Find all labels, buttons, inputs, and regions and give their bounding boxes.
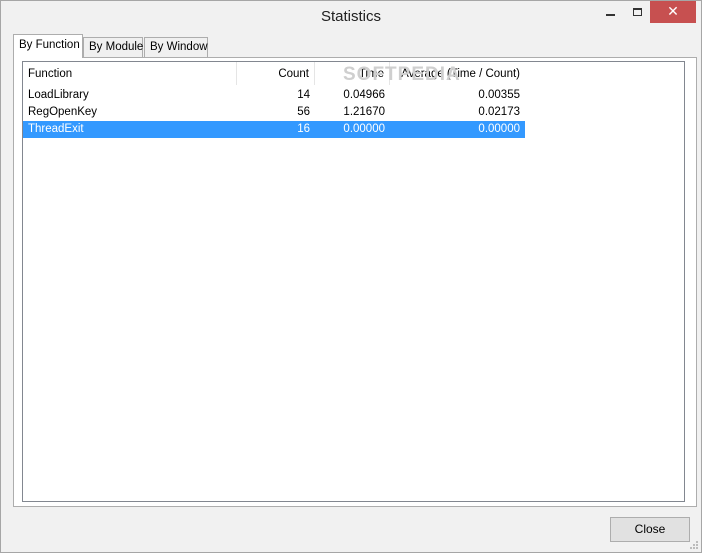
cell-average: 0.02173: [478, 106, 520, 118]
maximize-button[interactable]: [624, 1, 650, 23]
cell-count: 16: [297, 123, 310, 135]
cell-time: 1.21670: [343, 106, 385, 118]
minimize-icon: [605, 14, 615, 16]
cell-average: 0.00000: [478, 123, 520, 135]
close-icon: ✕: [667, 4, 679, 20]
cell-time: 0.04966: [343, 89, 385, 101]
close-window-button[interactable]: ✕: [650, 1, 696, 23]
column-header-time[interactable]: Time: [315, 62, 390, 85]
column-header-average[interactable]: Average (Time / Count): [390, 62, 525, 85]
list-header: Function Count Time Average (Time / Coun…: [23, 62, 684, 85]
column-header-count[interactable]: Count: [237, 62, 315, 85]
table-row[interactable]: RegOpenKey 56 1.21670 0.02173: [23, 104, 525, 121]
minimize-button[interactable]: [597, 1, 623, 23]
column-header-function[interactable]: Function: [23, 62, 237, 85]
cell-count: 14: [297, 89, 310, 101]
window-title: Statistics: [320, 8, 381, 25]
table-row[interactable]: LoadLibrary 14 0.04966 0.00355: [23, 87, 525, 104]
statistics-list[interactable]: Function Count Time Average (Time / Coun…: [22, 61, 685, 502]
statistics-window: Statistics ✕ By Function By Module By Wi…: [0, 0, 702, 553]
tab-by-function[interactable]: By Function: [13, 34, 83, 58]
table-row-selected[interactable]: ThreadExit 16 0.00000 0.00000: [23, 121, 525, 138]
resize-grip-icon[interactable]: [689, 540, 699, 550]
cell-function: ThreadExit: [28, 123, 84, 135]
cell-function: LoadLibrary: [28, 89, 89, 101]
cell-average: 0.00355: [478, 89, 520, 101]
cell-function: RegOpenKey: [28, 106, 98, 118]
close-button[interactable]: Close: [610, 517, 690, 542]
title-bar[interactable]: Statistics ✕: [1, 1, 701, 32]
tab-panel: Function Count Time Average (Time / Coun…: [13, 57, 697, 507]
tab-by-window[interactable]: By Window: [144, 37, 208, 57]
maximize-icon: [632, 8, 642, 16]
tab-by-module[interactable]: By Module: [83, 37, 143, 57]
cell-count: 56: [297, 106, 310, 118]
cell-time: 0.00000: [343, 123, 385, 135]
